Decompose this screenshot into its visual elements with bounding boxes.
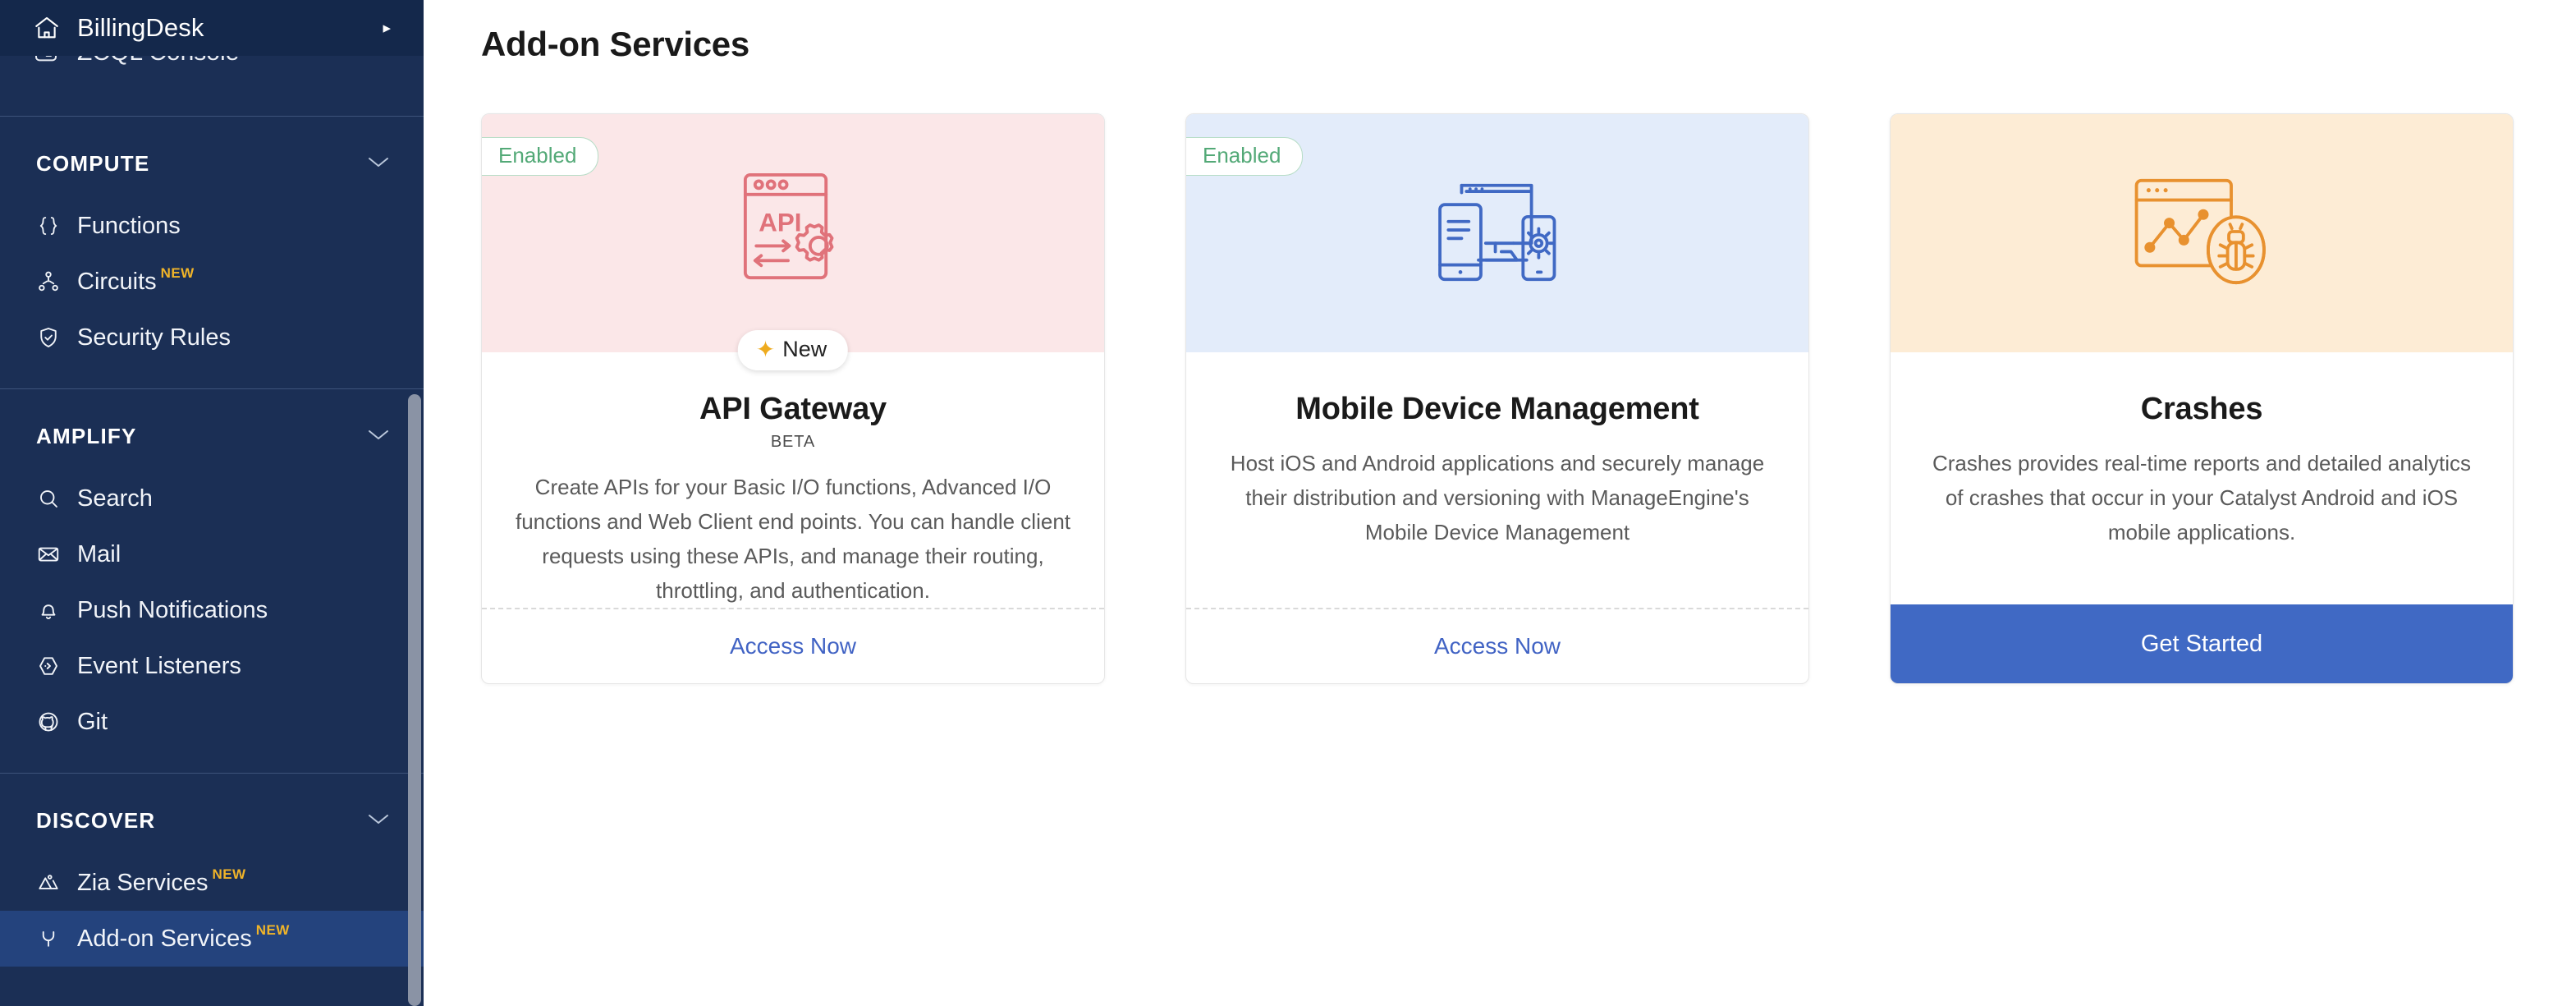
card-title: Crashes <box>2140 392 2263 426</box>
sidebar-clipped-row-region: ZCQL Console <box>0 56 424 117</box>
sidebar-item-security-rules[interactable]: Security Rules <box>0 310 424 365</box>
sidebar-item-circuits[interactable]: Circuits NEW <box>0 254 424 310</box>
mobile-devices-illustration <box>1422 176 1574 291</box>
search-icon <box>36 486 71 511</box>
bell-icon <box>36 598 71 622</box>
home-icon <box>33 14 69 42</box>
card-body: Mobile Device Management Host iOS and An… <box>1186 352 1808 608</box>
api-gateway-illustration: API <box>731 168 855 299</box>
zia-icon <box>36 870 71 895</box>
sidebar-item-functions[interactable]: Functions <box>0 198 424 254</box>
card-title: API Gateway <box>699 392 887 426</box>
sidebar-item-mail[interactable]: Mail <box>0 526 424 582</box>
shield-check-icon <box>36 325 71 350</box>
service-card-mobile-device-management[interactable]: Enabled Mobile Device Management Host iO… <box>1185 113 1809 685</box>
main-content: Add-on Services Enabled API ✦ New API Ga… <box>424 0 2576 1006</box>
card-description: Host iOS and Android applications and se… <box>1230 450 1765 544</box>
terminal-icon <box>33 56 69 66</box>
service-card-crashes[interactable]: Crashes Crashes provides real-time repor… <box>1890 113 2514 685</box>
sidebar-item-label: Event Listeners <box>77 652 241 679</box>
divider <box>0 116 424 117</box>
sidebar-item-label: Mail <box>77 540 121 567</box>
sidebar-scrollbar[interactable] <box>408 394 421 1006</box>
card-title: Mobile Device Management <box>1295 392 1699 426</box>
new-badge: NEW <box>255 922 290 938</box>
access-now-link[interactable]: Access Now <box>1434 633 1561 659</box>
sidebar-item-search[interactable]: Search <box>0 471 424 526</box>
new-float-badge-label: New <box>782 337 827 361</box>
get-started-button[interactable]: Get Started <box>1891 604 2513 684</box>
chevron-down-icon[interactable] <box>366 811 391 830</box>
new-float-badge: ✦ New <box>737 330 849 370</box>
chevron-down-icon[interactable] <box>366 154 391 173</box>
chevron-down-icon[interactable] <box>366 427 391 446</box>
sidebar-item-zia-services[interactable]: Zia Services NEW <box>0 855 424 911</box>
braces-icon <box>36 214 71 238</box>
sidebar-item-push-notifications[interactable]: Push Notifications <box>0 582 424 638</box>
service-card-api-gateway[interactable]: Enabled API ✦ New API Gateway BETA Creat… <box>481 113 1105 685</box>
git-icon <box>36 710 71 734</box>
access-now-link[interactable]: Access Now <box>730 633 856 659</box>
sidebar-item-label: Security Rules <box>77 324 231 351</box>
sidebar-item-add-on-services[interactable]: Add-on Services NEW <box>0 911 424 967</box>
card-subtitle: BETA <box>770 432 816 451</box>
sidebar-group-title: DISCOVER <box>36 808 156 833</box>
sidebar-brand[interactable]: BillingDesk ▸ <box>0 0 424 56</box>
card-footer: Access Now <box>482 608 1104 683</box>
sidebar-item-label: Functions <box>77 212 181 239</box>
card-footer: Access Now <box>1186 608 1808 683</box>
sidebar-group-discover: DISCOVER Zia Services NEW Add-on Service… <box>0 774 424 967</box>
sidebar-item-label: Search <box>77 485 153 512</box>
chevron-right-icon[interactable]: ▸ <box>383 21 391 36</box>
card-hero: Enabled API ✦ New <box>482 114 1104 370</box>
status-badge: Enabled <box>1186 137 1304 176</box>
card-hero: Enabled <box>1186 114 1808 352</box>
card-body: Crashes Crashes provides real-time repor… <box>1891 352 2513 604</box>
sidebar-brand-label: BillingDesk <box>77 13 204 42</box>
sidebar-item-label: Add-on Services <box>77 925 252 952</box>
plug-icon <box>36 926 71 951</box>
svg-text:API: API <box>759 209 801 237</box>
sidebar: BillingDesk ▸ ZCQL Console COMPUTE <box>0 0 424 1006</box>
sidebar-group-title: COMPUTE <box>36 151 150 176</box>
sparkle-icon: ✦ <box>755 336 776 362</box>
card-hero <box>1891 114 2513 352</box>
sidebar-item-label: ZCQL Console <box>77 56 239 67</box>
sidebar-item-label: Push Notifications <box>77 596 268 623</box>
sidebar-item-label: Git <box>77 708 108 735</box>
sidebar-group-title: AMPLIFY <box>36 424 137 448</box>
new-badge: NEW <box>212 866 246 882</box>
page-title: Add-on Services <box>481 25 749 63</box>
sidebar-item-event-listeners[interactable]: Event Listeners <box>0 638 424 694</box>
circuit-nodes-icon <box>36 269 71 294</box>
card-description: Create APIs for your Basic I/O functions… <box>516 474 1070 604</box>
status-badge: Enabled <box>482 137 599 176</box>
new-badge: NEW <box>160 265 195 281</box>
sidebar-group-header-discover[interactable]: DISCOVER <box>0 774 424 855</box>
service-card-grid: Enabled API ✦ New API Gateway BETA Creat… <box>424 64 2576 685</box>
hexagon-arrow-icon <box>36 654 71 678</box>
sidebar-group-amplify: AMPLIFY Search Mail Push Notifications E… <box>0 389 424 750</box>
envelope-icon <box>36 542 71 567</box>
card-description: Crashes provides real-time reports and d… <box>1932 450 2472 544</box>
sidebar-item-label: Circuits <box>77 268 157 295</box>
card-body: API Gateway BETA Create APIs for your Ba… <box>482 352 1104 608</box>
sidebar-item-label: Zia Services <box>77 869 209 896</box>
crash-analytics-illustration <box>2126 171 2278 296</box>
sidebar-group-header-compute[interactable]: COMPUTE <box>0 117 424 198</box>
sidebar-item-git[interactable]: Git <box>0 694 424 750</box>
app-root: BillingDesk ▸ ZCQL Console COMPUTE <box>0 0 2576 1006</box>
sidebar-group-compute: COMPUTE Functions Circuits NEW Security … <box>0 117 424 365</box>
sidebar-group-header-amplify[interactable]: AMPLIFY <box>0 389 424 471</box>
sidebar-item-zcql-console[interactable]: ZCQL Console <box>0 56 424 77</box>
